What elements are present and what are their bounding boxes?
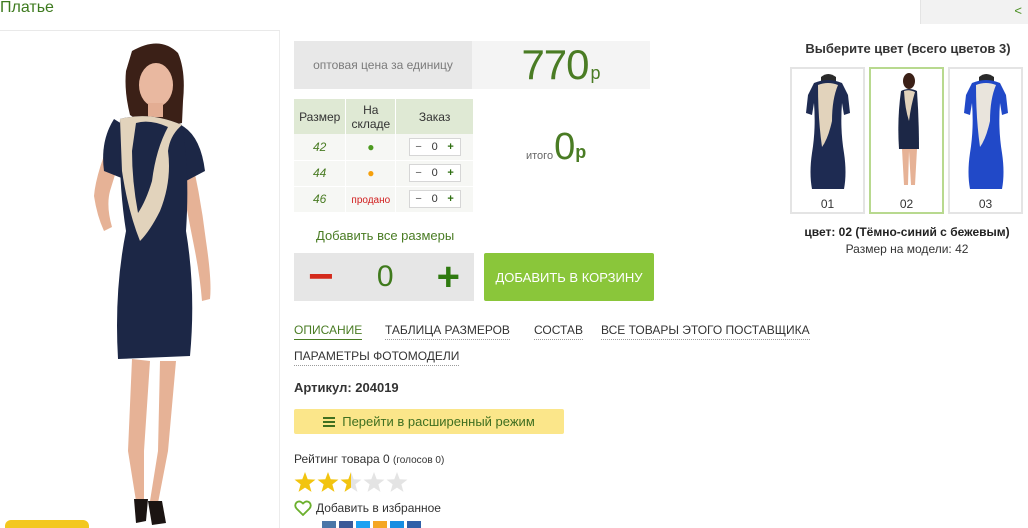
rating-star-icon[interactable] [386,472,408,492]
in-stock-dot-icon: ● [367,139,375,154]
header-size: Размер [294,99,347,134]
plus-button[interactable]: + [442,193,460,205]
tab-size-chart[interactable]: ТАБЛИЦА РАЗМЕРОВ [385,323,510,340]
total-amount: 0 [554,126,576,168]
add-to-cart-button[interactable]: ДОБАВИТЬ В КОРЗИНУ [484,253,654,301]
price-currency: р [590,62,601,83]
qty-stepper: − 0 + [408,190,461,208]
model-size-caption: Размер на модели: 42 [845,242,969,256]
order-cell: − 0 + [395,186,474,213]
votes-count: (голосов 0) [393,455,445,466]
rating-star-icon[interactable] [294,472,316,492]
header-stock: На складе [345,99,397,134]
stock-indicator: ● [345,160,397,187]
tab-composition[interactable]: СОСТАВ [534,323,583,340]
order-cell: − 0 + [395,134,474,161]
minus-button[interactable]: − [410,141,428,153]
qty-stepper: − 0 + [408,164,461,182]
order-cell: − 0 + [395,160,474,187]
decrease-button[interactable]: − [308,255,334,299]
dress-thumbnail-image [806,74,850,189]
plus-button[interactable]: + [442,141,460,153]
rating-star-icon[interactable] [363,472,385,492]
price-value: 770 р [472,41,650,89]
rating-label: Рейтинг товара 0 [294,452,390,466]
article-number: Артикул: 204019 [294,380,399,395]
table-row: 46 продано − 0 + [294,186,474,213]
product-title: Платье [0,0,54,16]
color-swatch-01[interactable]: 01 [790,67,865,214]
facebook-icon[interactable] [339,521,353,528]
product-photo[interactable] [0,31,280,528]
size-order-table: Размер На складе Заказ 42 ● − 0 + 44 ● − [294,99,474,213]
odnoklassniki-icon[interactable] [373,521,387,528]
tab-model-params[interactable]: ПАРАМЕТРЫ ФОТОМОДЕЛИ [294,349,460,366]
share-icon[interactable] [407,521,421,528]
collapse-button[interactable]: < [920,0,1028,24]
extended-mode-button[interactable]: Перейти в расширенный режим [294,409,564,434]
selected-color-caption: цвет: 02 (Тёмно-синий с бежевым) [804,225,1010,239]
total-label: итого [526,150,554,162]
color-number: 01 [820,197,835,211]
extended-mode-label: Перейти в расширенный режим [342,414,535,429]
price-label: оптовая цена за единицу [294,41,472,89]
tab-description[interactable]: ОПИСАНИЕ [294,323,363,340]
color-number: 03 [978,197,993,211]
size-value: 42 [294,134,347,161]
mailru-icon[interactable] [390,521,404,528]
promo-tab[interactable] [5,520,89,528]
add-to-favorites[interactable]: Добавить в избранное [294,500,441,516]
rating-text: Рейтинг товара 0 (голосов 0) [294,452,444,466]
color-number: 02 [899,197,914,211]
rating-star-icon[interactable] [317,472,339,492]
increase-button[interactable]: + [437,257,460,297]
qty-value[interactable]: 0 [428,141,442,153]
size-value: 46 [294,186,347,213]
quantity-stepper: − 0 + [294,253,474,301]
stock-indicator: продано [345,186,397,213]
list-icon [323,416,336,427]
dress-thumbnail-image [898,73,919,185]
total-currency: р [575,142,587,162]
qty-stepper: − 0 + [408,137,461,156]
qty-value[interactable]: 0 [428,167,442,179]
dress-thumbnail-image [964,74,1008,189]
twitter-icon[interactable] [356,521,370,528]
favorites-label: Добавить в избранное [316,501,441,515]
color-swatch-02[interactable]: 02 [869,67,944,214]
rating-stars[interactable] [294,471,410,495]
add-all-sizes-link[interactable]: Добавить все размеры [316,228,454,243]
order-total: итого 0 р [526,128,586,166]
tab-all-supplier-goods[interactable]: ВСЕ ТОВАРЫ ЭТОГО ПОСТАВЩИКА [601,323,810,340]
color-picker-title: Выберите цвет (всего цветов 3) [805,41,1011,56]
heart-icon [294,500,312,516]
price-amount: 770 [521,41,589,88]
vk-icon[interactable] [322,521,336,528]
size-value: 44 [294,160,347,187]
color-swatches: 01 02 03 [790,67,1023,214]
model-photo-image [94,43,211,525]
stock-indicator: ● [345,134,397,161]
minus-button[interactable]: − [410,193,428,205]
qty-value[interactable]: 0 [428,193,442,205]
minus-button[interactable]: − [410,167,428,179]
sold-out-label: продано [351,195,391,206]
plus-button[interactable]: + [442,167,460,179]
table-row: 44 ● − 0 + [294,160,474,187]
quantity-value[interactable]: 0 [377,260,394,294]
table-row: 42 ● − 0 + [294,134,474,161]
color-swatch-03[interactable]: 03 [948,67,1023,214]
header-order: Заказ [395,99,474,134]
rating-star-icon[interactable] [340,472,362,492]
low-stock-dot-icon: ● [367,166,375,180]
social-share [322,521,421,528]
